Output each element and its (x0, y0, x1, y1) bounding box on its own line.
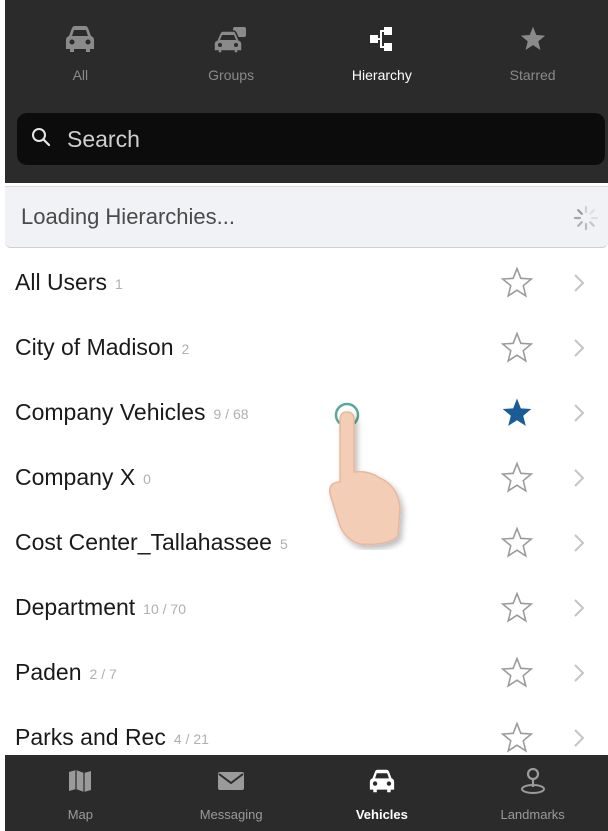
chevron-right-icon[interactable] (573, 533, 585, 553)
tab-starred-label: Starred (509, 67, 556, 83)
car-icon (364, 765, 400, 797)
hierarchy-name: City of Madison 2 (15, 334, 190, 360)
vehicle-count: 2 (181, 341, 190, 357)
star-outline-icon[interactable] (500, 721, 534, 755)
tab-map-label: Map (67, 807, 94, 822)
tab-landmarks[interactable]: Landmarks (457, 755, 608, 831)
list-item[interactable]: Company X0 (0, 445, 608, 510)
star-outline-icon[interactable] (500, 526, 534, 560)
map-icon (62, 765, 98, 797)
tab-groups-label: Groups (208, 67, 255, 83)
vehicle-count: 9 / 68 (213, 406, 249, 422)
vehicle-count: 10 / 70 (143, 601, 186, 617)
chevron-right-icon[interactable] (573, 338, 585, 358)
list-item[interactable]: All Users 1 (0, 250, 608, 315)
tab-hierarchy[interactable]: Hierarchy (307, 0, 458, 108)
tab-all-label: All (72, 67, 89, 83)
list-item[interactable]: Department 10 / 70 (0, 575, 608, 640)
tab-messaging-label: Messaging (199, 807, 263, 822)
hierarchy-list: All Users 1 City of Madison 2 Company Vehi… (0, 250, 608, 755)
hierarchy-name: Company X0 (15, 464, 151, 490)
spinner-icon (573, 205, 599, 231)
search-input[interactable] (67, 125, 567, 153)
tab-vehicles-label: Vehicles (355, 807, 408, 822)
tab-groups[interactable]: Groups (156, 0, 307, 108)
hierarchy-name: Department 10 / 70 (15, 594, 186, 620)
list-item[interactable]: Paden 2 / 7 (0, 640, 608, 705)
search-icon (31, 127, 51, 152)
hierarchy-name: Parks and Rec 4 / 21 (15, 724, 209, 750)
chevron-right-icon[interactable] (573, 728, 585, 748)
tab-starred[interactable]: Starred (457, 0, 608, 108)
list-item[interactable]: Cost Center_Tallahassee 5 (0, 510, 608, 575)
tab-all[interactable]: All (5, 0, 156, 108)
tab-messaging[interactable]: Messaging (156, 755, 307, 831)
loading-banner: Loading Hierarchies... (5, 186, 608, 248)
tab-vehicles[interactable]: Vehicles (307, 755, 458, 831)
hierarchy-name: Company Vehicles 9 / 68 (15, 399, 249, 425)
list-item[interactable]: Company Vehicles 9 / 68 (0, 380, 608, 445)
app-screen: All Groups Hierarchy Starred Search Load… (0, 0, 608, 831)
vehicle-count: 1 (115, 276, 123, 292)
chevron-right-icon[interactable] (573, 403, 585, 423)
star-outline-icon[interactable] (500, 656, 534, 690)
hierarchy-icon (362, 22, 402, 56)
chevron-right-icon[interactable] (573, 598, 585, 618)
star-outline-icon[interactable] (500, 461, 534, 495)
vehicle-count: 5 (279, 536, 288, 552)
chevron-right-icon[interactable] (573, 273, 585, 293)
vehicle-count: 2 / 7 (89, 666, 117, 682)
tab-hierarchy-label: Hierarchy (351, 67, 412, 83)
bottom-tab-bar: Map Messaging Vehicles Landmarks (5, 755, 608, 831)
vehicle-count: 0 (143, 471, 151, 487)
star-outline-icon[interactable] (500, 331, 534, 365)
hierarchy-name: All Users 1 (15, 269, 123, 295)
star-outline-icon[interactable] (500, 591, 534, 625)
group-vehicles-icon (211, 22, 251, 56)
landmark-pin-icon (515, 765, 551, 797)
envelope-icon (213, 765, 249, 797)
top-bar: All Groups Hierarchy Starred Search (5, 0, 608, 183)
hierarchy-name: Cost Center_Tallahassee 5 (15, 529, 288, 555)
loading-text: Loading Hierarchies... (21, 204, 236, 229)
chevron-right-icon[interactable] (573, 663, 585, 683)
tab-landmarks-label: Landmarks (500, 807, 565, 822)
vehicle-count: 4 / 21 (173, 731, 209, 747)
search-bar[interactable] (17, 113, 605, 165)
hierarchy-name: Paden 2 / 7 (15, 659, 117, 685)
star-filled-icon[interactable] (500, 396, 534, 430)
list-item[interactable]: City of Madison 2 (0, 315, 608, 380)
top-tab-bar: All Groups Hierarchy Starred (5, 0, 608, 108)
star-icon (513, 22, 553, 56)
car-icon (60, 22, 100, 56)
tab-map[interactable]: Map (5, 755, 156, 831)
star-outline-icon[interactable] (500, 266, 534, 300)
list-item[interactable]: Parks and Rec 4 / 21 (0, 705, 608, 755)
chevron-right-icon[interactable] (573, 468, 585, 488)
